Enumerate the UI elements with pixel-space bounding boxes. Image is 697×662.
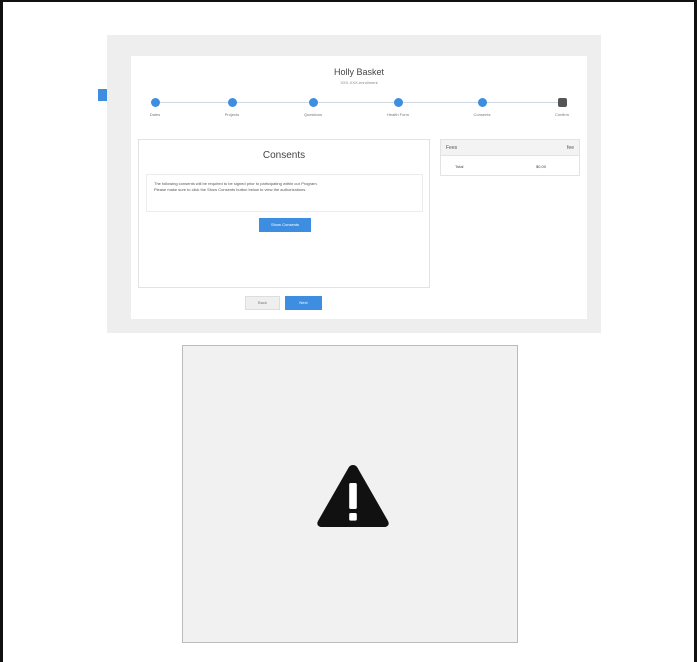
step-dot: [227, 98, 237, 107]
step-confirm[interactable]: Confirm: [532, 96, 592, 117]
fees-row-label: Total: [455, 164, 464, 169]
consents-text-line-2: Please make sure to click the Show Conse…: [154, 187, 307, 192]
left-accent-marker: [98, 89, 107, 101]
fees-header[interactable]: Fees fee: [441, 140, 579, 156]
step-label: Consents: [473, 112, 491, 117]
show-consents-button[interactable]: Show Consents: [259, 218, 311, 232]
back-button[interactable]: Back: [245, 296, 280, 310]
step-dot: [308, 98, 318, 107]
broken-media-placeholder: [182, 345, 518, 643]
next-button[interactable]: Next: [285, 296, 322, 310]
fees-toggle[interactable]: fee: [567, 145, 574, 151]
step-health-form[interactable]: Health Form: [368, 96, 428, 117]
step-projects[interactable]: Projects: [202, 96, 262, 117]
step-dot: [393, 98, 403, 107]
step-questions[interactable]: Questions: [283, 96, 343, 117]
step-label: Projects: [224, 112, 240, 117]
fees-row-value: $0.00: [536, 164, 547, 169]
step-consents[interactable]: Consents: [452, 96, 512, 117]
consents-panel: Consents The following consents will be …: [138, 139, 430, 288]
fees-header-label: Fees: [446, 145, 458, 151]
fees-panel: Fees fee Total $0.00: [440, 139, 580, 176]
step-label: Dates: [149, 112, 161, 117]
step-dot: [150, 98, 160, 107]
step-label: Confirm: [554, 112, 569, 117]
fees-row: Total $0.00: [441, 156, 579, 176]
progress-stepper: Dates Projects Questions Health Form Con…: [131, 96, 587, 126]
page-title: Holly Basket: [333, 67, 385, 77]
step-dot-current: [557, 98, 567, 107]
consents-title: Consents: [262, 150, 306, 161]
consents-description: The following consents will be required …: [146, 174, 423, 212]
step-dates[interactable]: Dates: [125, 96, 185, 117]
warning-icon: [317, 465, 389, 527]
step-dot: [477, 98, 487, 107]
page-subtitle: XXX-XXX-enrollment: [340, 80, 378, 85]
enrollment-screenshot: Holly Basket XXX-XXX-enrollment Dates Pr…: [107, 35, 601, 333]
step-label: Questions: [303, 112, 322, 117]
step-label: Health Form: [386, 112, 409, 117]
enrollment-card: Holly Basket XXX-XXX-enrollment Dates Pr…: [131, 56, 587, 319]
